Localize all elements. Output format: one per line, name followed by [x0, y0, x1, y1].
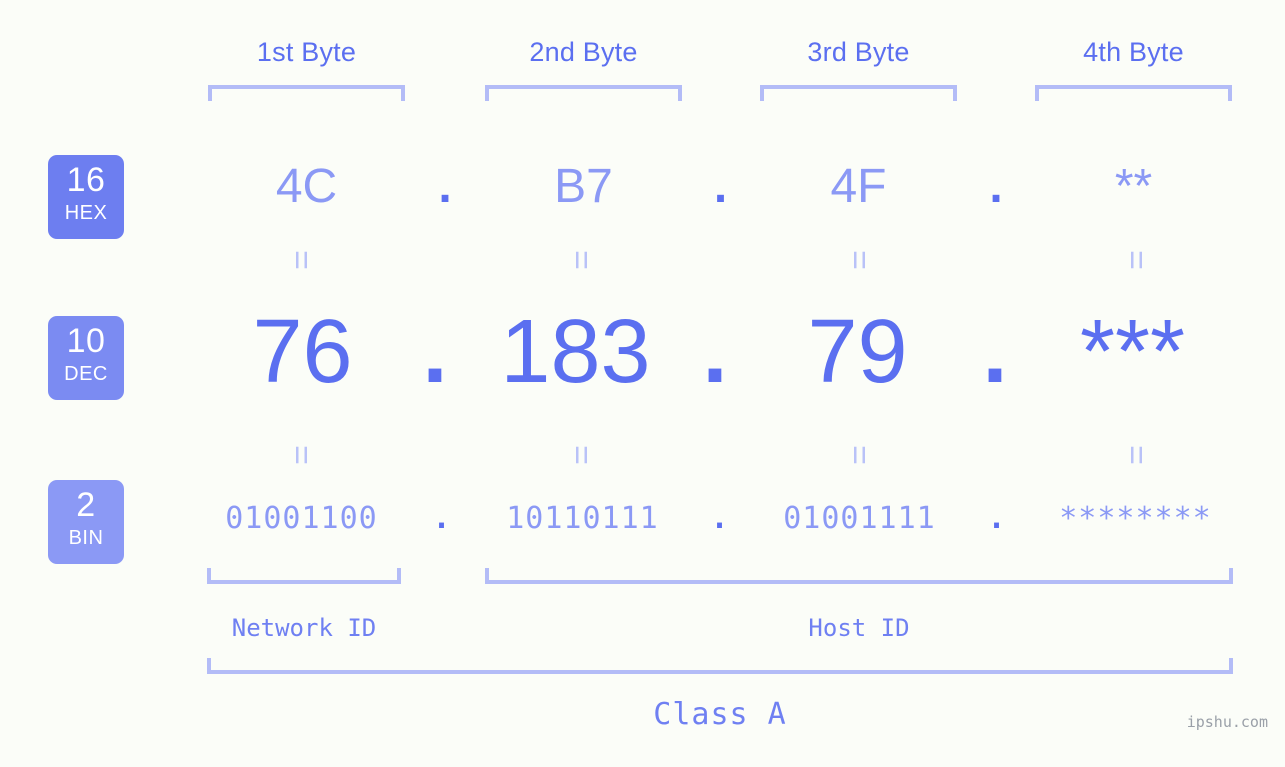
base-badge-dec: 10 DEC	[48, 316, 124, 400]
byte-bracket-4	[1035, 85, 1232, 101]
bin-byte-4: ********	[1059, 501, 1212, 536]
byte-header-3: 3rd Byte	[807, 37, 910, 67]
byte-header-2: 2nd Byte	[529, 37, 638, 67]
host-id-label: Host ID	[808, 614, 910, 642]
byte-bracket-1	[208, 85, 405, 101]
base-badge-hex-number: 16	[66, 161, 106, 199]
byte-header-1: 1st Byte	[256, 37, 357, 67]
dec-separator-1: .	[422, 302, 448, 402]
dec-byte-3: 79	[807, 302, 908, 402]
bin-separator-3: .	[987, 501, 1007, 536]
dec-byte-1: 76	[252, 302, 353, 402]
dec-separator-2: .	[702, 302, 728, 402]
watermark: ipshu.com	[1186, 713, 1268, 731]
hex-byte-3: 4F	[830, 160, 887, 213]
bin-byte-1: 01001100	[225, 501, 378, 536]
bin-separator-1: .	[432, 501, 452, 536]
equals-connector-dec-bin-3: =	[840, 445, 878, 465]
class-bracket	[207, 658, 1233, 674]
base-badge-bin-number: 2	[76, 486, 96, 524]
hex-separator-2: .	[713, 160, 728, 213]
host-id-bracket	[485, 568, 1233, 584]
dec-byte-2: 183	[500, 302, 651, 402]
equals-connector-dec-bin-1: =	[282, 445, 320, 465]
ip-address-breakdown-diagram: 1st Byte 2nd Byte 3rd Byte 4th Byte 16 H…	[0, 0, 1285, 767]
byte-bracket-3	[760, 85, 957, 101]
base-badge-hex: 16 HEX	[48, 155, 124, 239]
bin-byte-2: 10110111	[506, 501, 659, 536]
equals-connector-hex-dec-3: =	[840, 250, 878, 270]
byte-bracket-2	[485, 85, 682, 101]
dec-separator-3: .	[982, 302, 1008, 402]
network-id-bracket	[207, 568, 401, 584]
equals-connector-dec-bin-4: =	[1117, 445, 1155, 465]
network-id-label: Network ID	[231, 614, 377, 642]
byte-header-4: 4th Byte	[1083, 37, 1184, 67]
hex-separator-1: .	[438, 160, 452, 213]
equals-connector-hex-dec-1: =	[282, 250, 320, 270]
equals-connector-hex-dec-2: =	[562, 250, 600, 270]
base-badge-dec-name: DEC	[64, 363, 108, 385]
dec-byte-4: ***	[1079, 302, 1186, 402]
class-label: Class A	[653, 697, 787, 732]
base-badge-bin-name: BIN	[68, 527, 104, 549]
bin-separator-2: .	[710, 501, 730, 536]
equals-connector-dec-bin-2: =	[562, 445, 600, 465]
hex-separator-3: .	[989, 160, 1003, 213]
hex-byte-1: 4C	[275, 160, 338, 213]
hex-byte-2: B7	[554, 160, 613, 213]
bin-byte-3: 01001111	[783, 501, 936, 536]
base-badge-bin: 2 BIN	[48, 480, 124, 564]
base-badge-dec-number: 10	[66, 322, 106, 360]
hex-byte-4: **	[1114, 160, 1153, 213]
equals-connector-hex-dec-4: =	[1117, 250, 1155, 270]
base-badge-hex-name: HEX	[64, 202, 108, 224]
